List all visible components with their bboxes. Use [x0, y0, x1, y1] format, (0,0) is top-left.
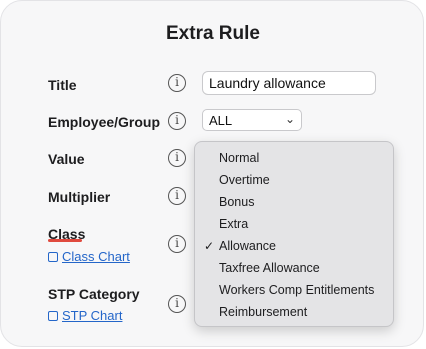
value-label: Value — [48, 151, 85, 167]
class-dropdown-menu: Normal Overtime Bonus Extra ✓ Allowance … — [194, 141, 394, 327]
info-icon[interactable]: i — [168, 235, 186, 253]
external-link-icon — [48, 311, 58, 321]
class-label-underline — [48, 239, 82, 242]
dropdown-option-normal[interactable]: Normal — [219, 151, 259, 165]
title-input[interactable] — [202, 71, 376, 95]
class-chart-link[interactable]: Class Chart — [48, 249, 130, 264]
title-label: Title — [48, 77, 77, 93]
dropdown-option-bonus[interactable]: Bonus — [219, 195, 254, 209]
employee-group-value: ALL — [209, 113, 233, 128]
stp-category-label: STP Category — [48, 286, 140, 302]
info-icon[interactable]: i — [168, 187, 186, 205]
employee-group-label: Employee/Group — [48, 114, 161, 130]
info-icon[interactable]: i — [168, 112, 186, 130]
dialog-title: Extra Rule — [166, 23, 260, 44]
dropdown-option-taxfree-allowance[interactable]: Taxfree Allowance — [219, 261, 320, 275]
dropdown-option-extra[interactable]: Extra — [219, 217, 248, 231]
employee-group-select[interactable]: ALL ⌄ — [202, 109, 302, 131]
stp-chart-link[interactable]: STP Chart — [48, 308, 122, 323]
checkmark-icon: ✓ — [204, 239, 215, 253]
dropdown-option-allowance[interactable]: Allowance — [219, 239, 276, 253]
dropdown-option-workers-comp[interactable]: Workers Comp Entitlements — [219, 283, 374, 297]
chevron-down-icon: ⌄ — [284, 112, 295, 126]
dropdown-option-reimbursement[interactable]: Reimbursement — [219, 305, 307, 319]
extra-rule-panel: Extra Rule Title i Employee/Group i ALL … — [0, 0, 424, 347]
info-icon[interactable]: i — [168, 295, 186, 313]
info-icon[interactable]: i — [168, 74, 186, 92]
dropdown-option-overtime[interactable]: Overtime — [219, 173, 270, 187]
info-icon[interactable]: i — [168, 149, 186, 167]
external-link-icon — [48, 252, 58, 262]
multiplier-label: Multiplier — [48, 189, 111, 205]
